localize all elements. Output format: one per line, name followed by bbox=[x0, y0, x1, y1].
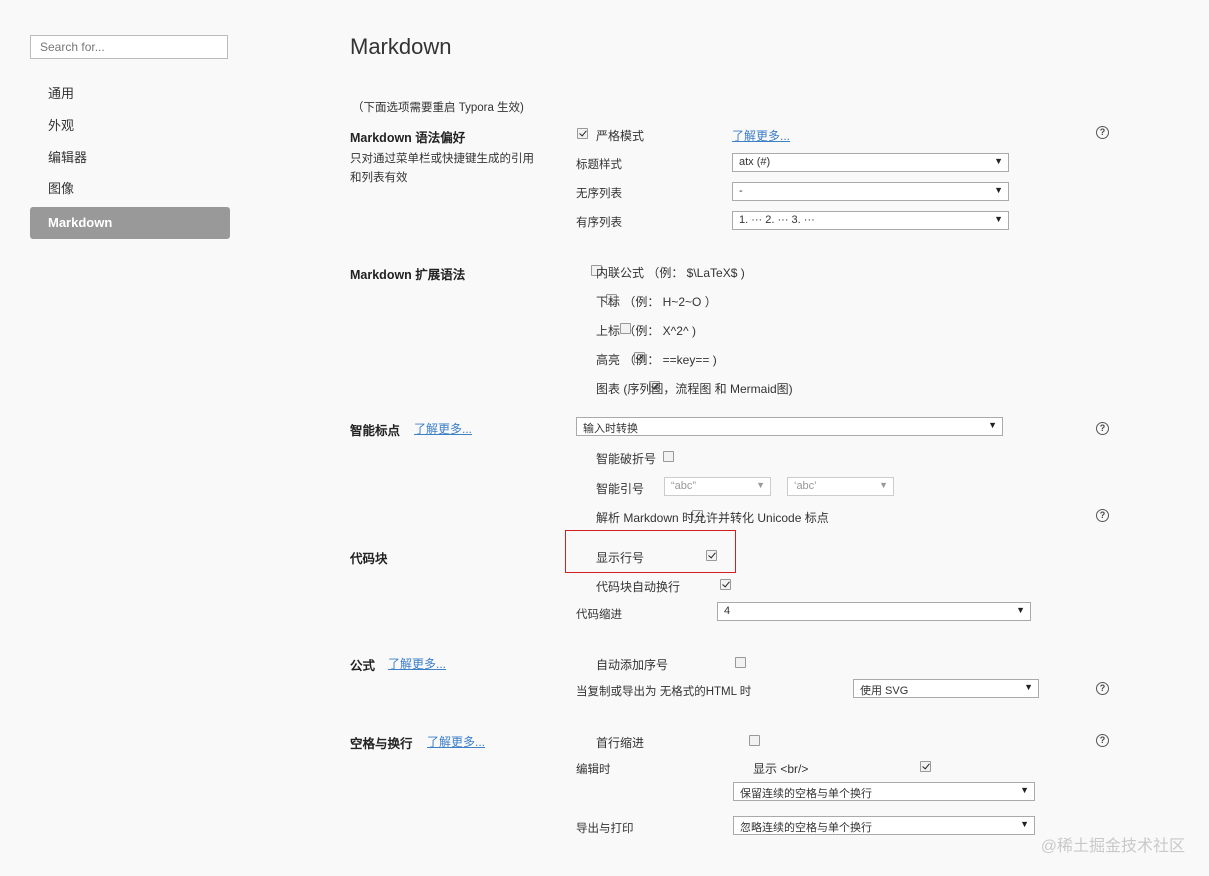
smart-dash-checkbox[interactable] bbox=[663, 451, 675, 462]
math-export-label: 当复制或导出为 无格式的HTML 时 bbox=[576, 686, 752, 698]
help-icon[interactable]: ? bbox=[1096, 682, 1109, 695]
section-syntax-preference-title: Markdown 语法偏好 bbox=[350, 131, 466, 145]
heading-style-value: atx (#) bbox=[739, 156, 771, 168]
syntax-preference-desc-line2: 和列表有效 bbox=[350, 172, 408, 184]
code-wrap-checkbox[interactable] bbox=[720, 579, 732, 590]
first-line-indent-label: 首行缩进 bbox=[596, 736, 645, 750]
caret-down-icon: ▼ bbox=[994, 214, 1003, 224]
ordered-list-value: 1. ··· 2. ··· 3. ··· bbox=[739, 214, 815, 226]
strict-mode-checkbox[interactable] bbox=[577, 128, 588, 139]
auto-number-checkbox[interactable] bbox=[734, 657, 746, 668]
unordered-list-value: - bbox=[739, 185, 743, 197]
code-wrap-label: 代码块自动换行 bbox=[596, 580, 681, 594]
show-br-checkbox[interactable] bbox=[920, 761, 932, 772]
export-whitespace-select[interactable]: 忽略连续的空格与单个换行 ▼ bbox=[733, 816, 1035, 835]
syntax-learn-more-link[interactable]: 了解更多... bbox=[732, 127, 790, 144]
unordered-list-label: 无序列表 bbox=[576, 188, 622, 200]
caret-down-icon: ▼ bbox=[879, 480, 888, 490]
page-title: Markdown bbox=[350, 34, 452, 59]
sidebar-item-general[interactable]: 通用 bbox=[30, 79, 230, 109]
caret-down-icon: ▼ bbox=[994, 156, 1003, 166]
section-math-title: 公式 bbox=[350, 659, 376, 673]
double-quote-style-value: “abc” bbox=[671, 480, 697, 492]
code-indent-select[interactable]: 4 ▼ bbox=[717, 602, 1031, 621]
section-extended-syntax-title: Markdown 扩展语法 bbox=[350, 268, 466, 282]
editing-whitespace-select[interactable]: 保留连续的空格与单个换行 ▼ bbox=[733, 782, 1035, 801]
smart-punctuation-mode-select[interactable]: 输入时转换 ▼ bbox=[576, 417, 1003, 436]
caret-down-icon: ▼ bbox=[1020, 819, 1029, 829]
section-code-block-title: 代码块 bbox=[350, 552, 388, 566]
smart-punctuation-mode-value: 输入时转换 bbox=[583, 423, 638, 435]
double-quote-style-select[interactable]: “abc” ▼ bbox=[664, 477, 771, 496]
show-line-numbers-label: 显示行号 bbox=[596, 551, 645, 565]
search-input[interactable]: Search for... bbox=[30, 35, 228, 59]
smart-dash-label: 智能破折号 bbox=[596, 452, 657, 466]
heading-style-label: 标题样式 bbox=[576, 159, 622, 171]
syntax-preference-desc-line1: 只对通过菜单栏或快捷键生成的引用 bbox=[350, 153, 534, 165]
strict-mode-label: 严格模式 bbox=[596, 129, 645, 143]
caret-down-icon: ▼ bbox=[994, 185, 1003, 195]
heading-style-select[interactable]: atx (#) ▼ bbox=[732, 153, 1009, 172]
superscript-label: 上标 （例： X^2^ ) bbox=[596, 324, 696, 338]
help-icon[interactable]: ? bbox=[1096, 422, 1109, 435]
sidebar-item-appearance[interactable]: 外观 bbox=[30, 111, 230, 141]
sidebar-item-image[interactable]: 图像 bbox=[30, 174, 230, 204]
section-whitespace-title: 空格与换行 bbox=[350, 737, 413, 751]
ordered-list-select[interactable]: 1. ··· 2. ··· 3. ··· ▼ bbox=[732, 211, 1009, 230]
caret-down-icon: ▼ bbox=[1024, 682, 1033, 692]
caret-down-icon: ▼ bbox=[1016, 605, 1025, 615]
code-indent-value: 4 bbox=[724, 605, 731, 617]
smart-punctuation-learn-more-link[interactable]: 了解更多... bbox=[414, 420, 472, 437]
show-br-label: 显示 <br/> bbox=[753, 762, 809, 776]
subscript-label: 下标 （例： H~2~O ） bbox=[596, 295, 717, 309]
single-quote-style-value: ‘abc’ bbox=[794, 480, 817, 492]
code-indent-label: 代码缩进 bbox=[576, 609, 622, 621]
math-learn-more-link[interactable]: 了解更多... bbox=[388, 655, 446, 672]
smart-quotes-label: 智能引号 bbox=[596, 482, 645, 496]
help-icon[interactable]: ? bbox=[1096, 734, 1109, 747]
show-line-numbers-checkbox[interactable] bbox=[706, 550, 718, 561]
caret-down-icon: ▼ bbox=[1020, 785, 1029, 795]
auto-number-label: 自动添加序号 bbox=[596, 658, 669, 672]
whitespace-learn-more-link[interactable]: 了解更多... bbox=[427, 733, 485, 750]
export-whitespace-value: 忽略连续的空格与单个换行 bbox=[740, 822, 872, 834]
math-export-select[interactable]: 使用 SVG ▼ bbox=[853, 679, 1039, 698]
export-print-label: 导出与打印 bbox=[576, 823, 634, 835]
caret-down-icon: ▼ bbox=[988, 420, 997, 430]
help-icon[interactable]: ? bbox=[1096, 126, 1109, 139]
inline-math-label: 内联公式 （例： $\LaTeX$ ) bbox=[596, 266, 745, 280]
unordered-list-select[interactable]: - ▼ bbox=[732, 182, 1009, 201]
unicode-punctuation-label: 解析 Markdown 时允许并转化 Unicode 标点 bbox=[596, 511, 829, 525]
math-export-value: 使用 SVG bbox=[860, 685, 909, 697]
restart-note: （下面选项需要重启 Typora 生效) bbox=[352, 102, 524, 114]
single-quote-style-select[interactable]: ‘abc’ ▼ bbox=[787, 477, 894, 496]
first-line-indent-checkbox[interactable] bbox=[749, 735, 761, 746]
sidebar-item-editor[interactable]: 编辑器 bbox=[30, 143, 230, 173]
ordered-list-label: 有序列表 bbox=[576, 217, 622, 229]
editing-label: 编辑时 bbox=[576, 764, 611, 776]
diagrams-label: 图表 (序列图，流程图 和 Mermaid图) bbox=[596, 382, 793, 396]
section-smart-punctuation-title: 智能标点 bbox=[350, 424, 401, 438]
watermark: @稀土掘金技术社区 bbox=[1040, 838, 1185, 855]
editing-whitespace-value: 保留连续的空格与单个换行 bbox=[740, 788, 872, 800]
caret-down-icon: ▼ bbox=[756, 480, 765, 490]
highlight-label: 高亮 （例： ==key== ) bbox=[596, 353, 717, 367]
sidebar-item-markdown[interactable]: Markdown bbox=[30, 207, 230, 239]
help-icon[interactable]: ? bbox=[1096, 509, 1109, 522]
